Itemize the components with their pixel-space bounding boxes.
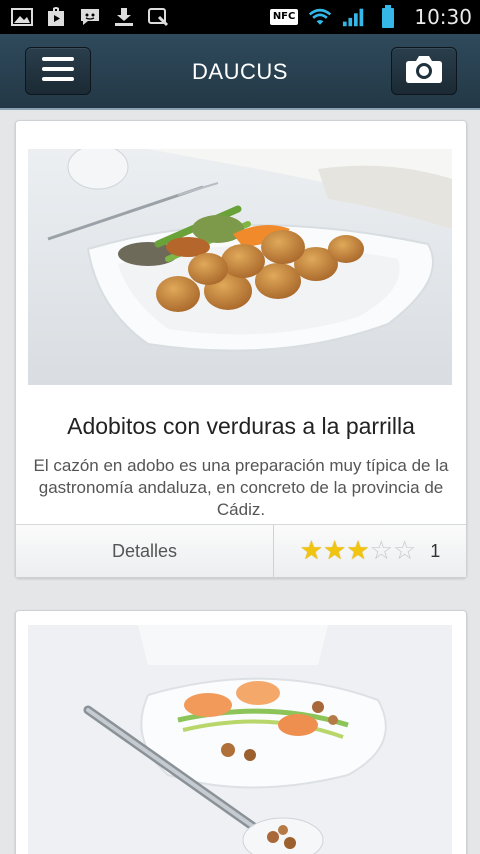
star-empty-icon[interactable]: ☆ — [370, 536, 393, 566]
screenshot-icon — [146, 6, 170, 28]
wifi-icon — [308, 6, 332, 28]
details-button[interactable]: Detalles — [16, 525, 274, 577]
gallery-icon — [10, 6, 34, 28]
app-bar: DAUCUS — [0, 34, 480, 110]
recipe-card[interactable]: Adobitos con verduras a la parrilla El c… — [15, 120, 467, 578]
star-empty-icon[interactable]: ☆ — [393, 536, 416, 566]
camera-icon — [405, 54, 443, 88]
recipe-photo[interactable] — [28, 149, 452, 385]
rating[interactable]: ★★★☆☆ 1 — [274, 525, 466, 577]
signal-icon — [342, 6, 366, 28]
download-icon — [112, 6, 136, 28]
play-store-icon — [44, 6, 68, 28]
status-icons-right: NFC 10:30 — [269, 5, 472, 29]
status-time: 10:30 — [414, 5, 472, 29]
status-icons-left — [10, 6, 170, 28]
star-filled-icon[interactable]: ★ — [323, 536, 346, 566]
recipe-photo[interactable] — [28, 625, 452, 854]
rating-count: 1 — [430, 540, 441, 561]
camera-button[interactable] — [391, 47, 457, 95]
star-filled-icon[interactable]: ★ — [300, 536, 323, 566]
status-bar: NFC 10:30 — [0, 0, 480, 34]
star-filled-icon[interactable]: ★ — [346, 536, 369, 566]
recipe-title[interactable]: Adobitos con verduras a la parrilla — [16, 413, 466, 440]
recipe-card[interactable] — [15, 610, 467, 854]
rating-stars[interactable]: ★★★☆☆ — [300, 538, 417, 564]
recipe-description: El cazón en adobo es una preparación muy… — [33, 456, 449, 519]
messenger-icon — [78, 6, 102, 28]
recipe-feed[interactable]: Adobitos con verduras a la parrilla El c… — [0, 110, 480, 854]
battery-icon — [376, 5, 400, 28]
nfc-icon: NFC — [269, 9, 299, 25]
recipe-card-footer: Detalles ★★★☆☆ 1 — [16, 524, 466, 577]
